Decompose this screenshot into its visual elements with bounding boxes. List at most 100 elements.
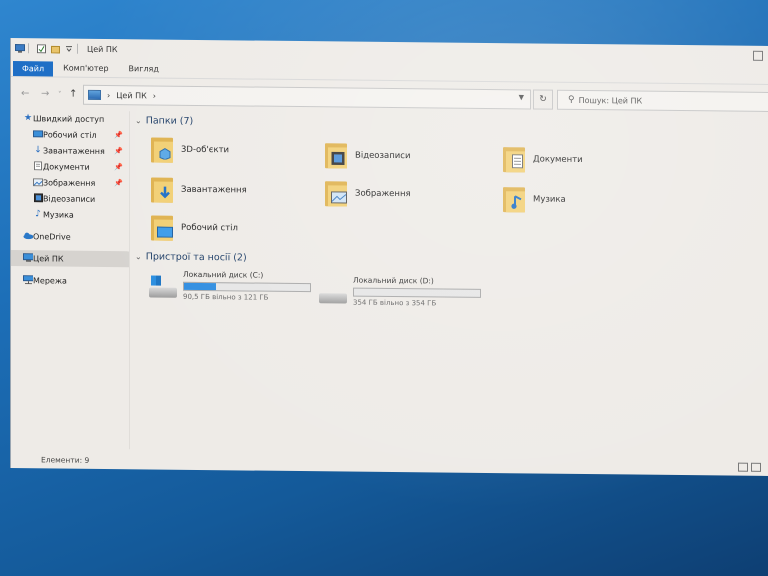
- desktop-folder-icon: [151, 213, 175, 241]
- new-folder-icon[interactable]: [50, 44, 60, 54]
- drive-c[interactable]: Локальний диск (C:) 90,5 ГБ вільно з 121…: [149, 269, 311, 302]
- sidebar-item-downloads[interactable]: ↓ Завантаження 📌: [11, 142, 129, 159]
- chevron-down-icon[interactable]: ▼: [519, 93, 524, 101]
- main-content: ⌄ Папки (7) 3D-об'єкти Відеозаписи Докум…: [129, 111, 768, 456]
- sidebar-item-quick-access[interactable]: ★ Швидкий доступ: [11, 110, 129, 127]
- drive-usage-fill: [184, 282, 216, 291]
- up-arrow-icon[interactable]: ↑: [69, 89, 77, 100]
- computer-icon: [15, 43, 25, 53]
- chevron-down-icon[interactable]: ⌄: [135, 116, 142, 125]
- sidebar-item-label: OneDrive: [33, 231, 71, 242]
- window-title: Цей ПК: [87, 44, 118, 54]
- sidebar-item-desktop[interactable]: Робочий стіл 📌: [11, 126, 129, 143]
- drive-free-space: 354 ГБ вільно з 354 ГБ: [353, 298, 437, 308]
- drive-d[interactable]: Локальний диск (D:) 354 ГБ вільно з 354 …: [319, 275, 481, 308]
- music-folder-icon: [503, 185, 527, 213]
- folder-label: Робочий стіл: [181, 222, 238, 234]
- network-icon: [23, 275, 33, 285]
- sidebar-item-label: Завантаження: [43, 145, 105, 156]
- maximize-button[interactable]: [753, 50, 763, 61]
- drive-icon: [319, 281, 347, 304]
- folder-videos[interactable]: Відеозаписи: [325, 141, 411, 170]
- pin-icon[interactable]: 📌: [114, 179, 123, 187]
- 3d-objects-folder-icon: [151, 135, 175, 163]
- address-separator[interactable]: ›: [153, 91, 156, 100]
- video-icon: [33, 193, 43, 203]
- pin-icon[interactable]: 📌: [114, 147, 123, 155]
- file-explorer-window: Цей ПК Файл Комп'ютер Вигляд ← → ˅ ↑ › Ц…: [10, 38, 768, 476]
- drive-label: Локальний диск (C:): [183, 269, 264, 280]
- sidebar-item-music[interactable]: ♪ Музика: [11, 206, 129, 223]
- sidebar-item-label: Зображення: [43, 177, 96, 188]
- address-bar: ← → ˅ ↑ › Цей ПК › ▼ ↻ ⚲ Пошук: Цей ПК: [11, 82, 768, 113]
- sidebar-item-label: Документи: [43, 161, 90, 172]
- address-input[interactable]: › Цей ПК › ▼: [83, 84, 531, 110]
- folders-group-header[interactable]: ⌄ Папки (7): [135, 115, 194, 127]
- drive-usage-bar: [183, 281, 311, 293]
- star-icon: ★: [23, 112, 33, 123]
- folder-label: 3D-об'єкти: [181, 144, 230, 156]
- drives-group-title: Пристрої та носії (2): [145, 251, 247, 264]
- sidebar-item-label: Відеозаписи: [43, 193, 96, 204]
- documents-folder-icon: [503, 145, 527, 173]
- navigation-pane: ★ Швидкий доступ Робочий стіл 📌 ↓ Завант…: [11, 110, 130, 450]
- drives-group-header[interactable]: ⌄ Пристрої та носії (2): [135, 251, 247, 263]
- tab-view[interactable]: Вигляд: [119, 62, 169, 78]
- sidebar-item-pictures[interactable]: Зображення 📌: [11, 174, 129, 191]
- folder-documents[interactable]: Документи: [503, 145, 583, 174]
- computer-icon: [23, 253, 33, 262]
- desktop-icon: [33, 129, 43, 138]
- sidebar-item-videos[interactable]: Відеозаписи: [11, 190, 129, 207]
- search-icon: ⚲: [568, 94, 575, 105]
- pictures-folder-icon: [325, 179, 349, 207]
- item-count: Елементи: 9: [41, 454, 90, 465]
- folder-label: Музика: [533, 194, 566, 205]
- folder-label: Завантаження: [181, 184, 247, 196]
- tab-file[interactable]: Файл: [13, 61, 54, 77]
- separator: [77, 43, 78, 54]
- search-placeholder: Пошук: Цей ПК: [578, 95, 643, 106]
- folder-downloads[interactable]: Завантаження: [151, 175, 247, 204]
- refresh-button[interactable]: ↻: [533, 89, 553, 110]
- forward-arrow-icon[interactable]: →: [41, 88, 49, 99]
- sidebar-item-label: Швидкий доступ: [33, 113, 105, 124]
- sidebar-item-this-pc[interactable]: Цей ПК: [11, 250, 129, 268]
- customize-toolbar-icon[interactable]: [64, 44, 74, 53]
- recent-locations-icon[interactable]: ˅: [58, 91, 62, 99]
- sidebar-item-documents[interactable]: Документи 📌: [11, 158, 129, 175]
- download-icon: ↓: [34, 144, 42, 155]
- music-icon: ♪: [35, 208, 41, 219]
- pin-icon[interactable]: 📌: [114, 131, 123, 139]
- document-icon: [33, 161, 43, 171]
- sidebar-item-network[interactable]: Мережа: [11, 272, 129, 289]
- folder-desktop[interactable]: Робочий стіл: [151, 213, 238, 242]
- folder-pictures[interactable]: Зображення: [325, 179, 411, 208]
- properties-icon[interactable]: [36, 43, 46, 53]
- chevron-down-icon[interactable]: ⌄: [135, 252, 142, 261]
- folder-label: Зображення: [355, 188, 411, 200]
- separator: [28, 43, 29, 54]
- sidebar-item-onedrive[interactable]: OneDrive: [11, 228, 129, 245]
- tab-computer[interactable]: Комп'ютер: [53, 61, 118, 77]
- search-input[interactable]: ⚲ Пошук: Цей ПК: [557, 89, 768, 113]
- folder-label: Відеозаписи: [355, 150, 411, 162]
- refresh-icon: ↻: [539, 94, 547, 105]
- folder-music[interactable]: Музика: [503, 185, 566, 214]
- sidebar-item-label: Мережа: [33, 275, 67, 286]
- details-view-icon[interactable]: [738, 462, 748, 472]
- sidebar-item-label: Цей ПК: [33, 253, 64, 264]
- system-drive-icon: [149, 275, 177, 298]
- videos-folder-icon: [325, 141, 349, 169]
- image-icon: [33, 177, 43, 186]
- back-arrow-icon[interactable]: ←: [21, 88, 29, 99]
- folder-3d-objects[interactable]: 3D-об'єкти: [151, 135, 229, 164]
- breadcrumb-this-pc[interactable]: Цей ПК: [116, 91, 147, 100]
- pin-icon[interactable]: 📌: [114, 163, 123, 171]
- computer-icon: [88, 89, 101, 100]
- folders-group-title: Папки (7): [145, 115, 194, 127]
- drive-usage-bar: [353, 287, 481, 298]
- downloads-folder-icon: [151, 175, 175, 203]
- address-separator: ›: [107, 90, 111, 100]
- large-icons-view-icon[interactable]: [751, 462, 761, 472]
- sidebar-item-label: Музика: [43, 209, 74, 220]
